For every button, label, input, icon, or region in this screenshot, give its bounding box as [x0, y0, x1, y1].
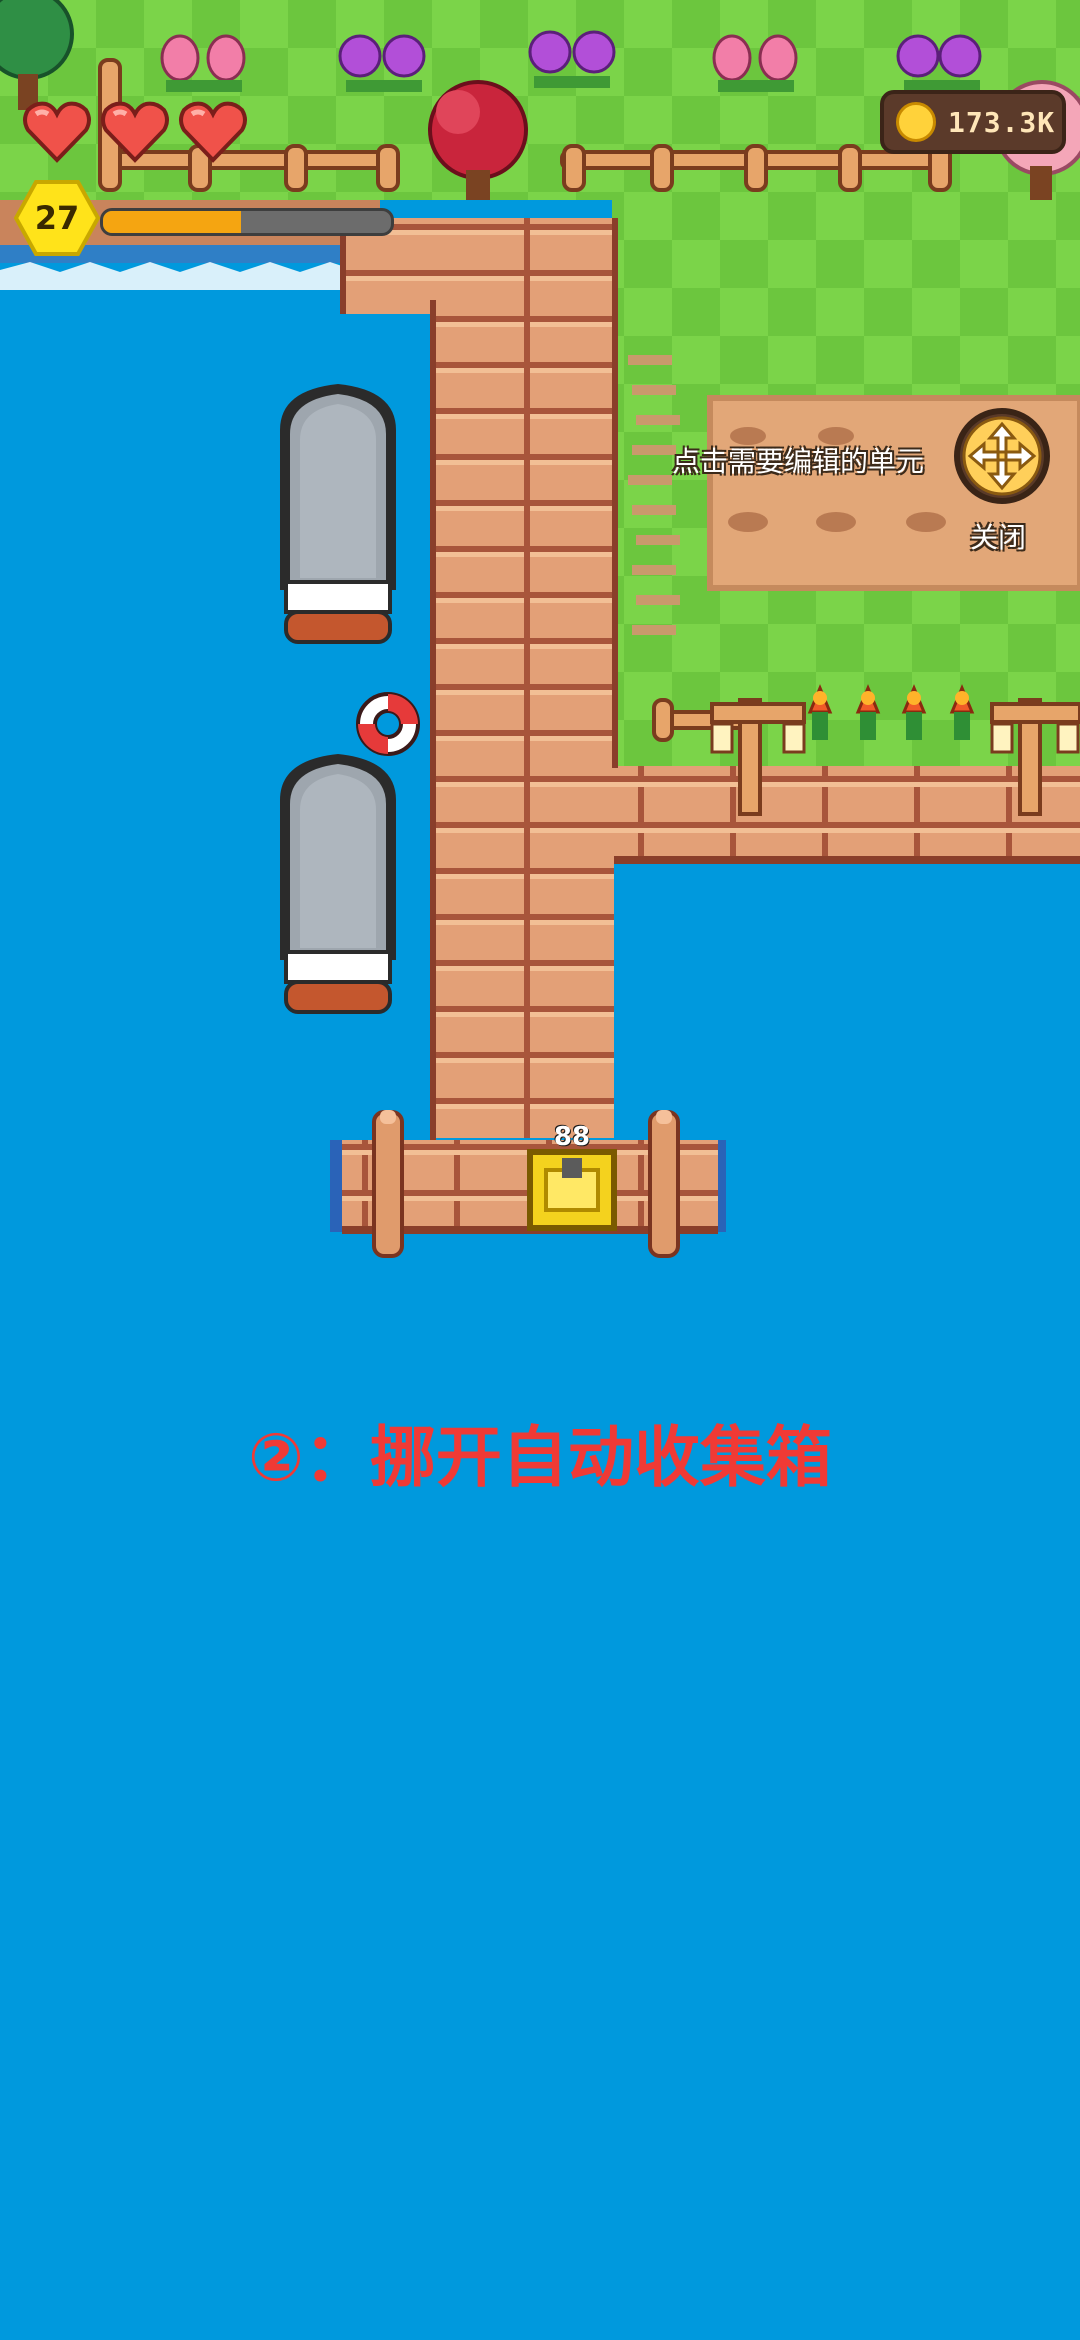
health-hearts	[22, 100, 248, 164]
move-unit-button[interactable]	[954, 408, 1050, 504]
xp-progress-bar	[100, 208, 394, 236]
heart-icon	[23, 101, 91, 163]
coin-amount: 173.3K	[948, 105, 1056, 139]
auto-collector-box[interactable]	[527, 1149, 617, 1231]
heart-icon	[101, 101, 169, 163]
game-scene[interactable]	[0, 0, 1080, 2340]
dock-east	[612, 766, 1080, 864]
heart-icon	[179, 101, 247, 163]
collector-box-count: 88	[553, 1122, 591, 1152]
life-ring	[356, 692, 420, 756]
edit-hint-text: 点击需要编辑的单元	[672, 445, 925, 478]
tutorial-instruction: ②：挪开自动收集箱	[248, 1419, 832, 1496]
boat-lower[interactable]	[280, 754, 396, 1014]
move-arrows-icon	[962, 416, 1042, 496]
close-button[interactable]: 关闭	[970, 516, 1026, 556]
coin-counter[interactable]: 173.3K	[880, 90, 1066, 154]
xp-progress-fill	[103, 211, 242, 233]
level-number: 27	[34, 199, 80, 237]
coin-icon	[896, 102, 936, 142]
boat-upper[interactable]	[280, 384, 396, 644]
